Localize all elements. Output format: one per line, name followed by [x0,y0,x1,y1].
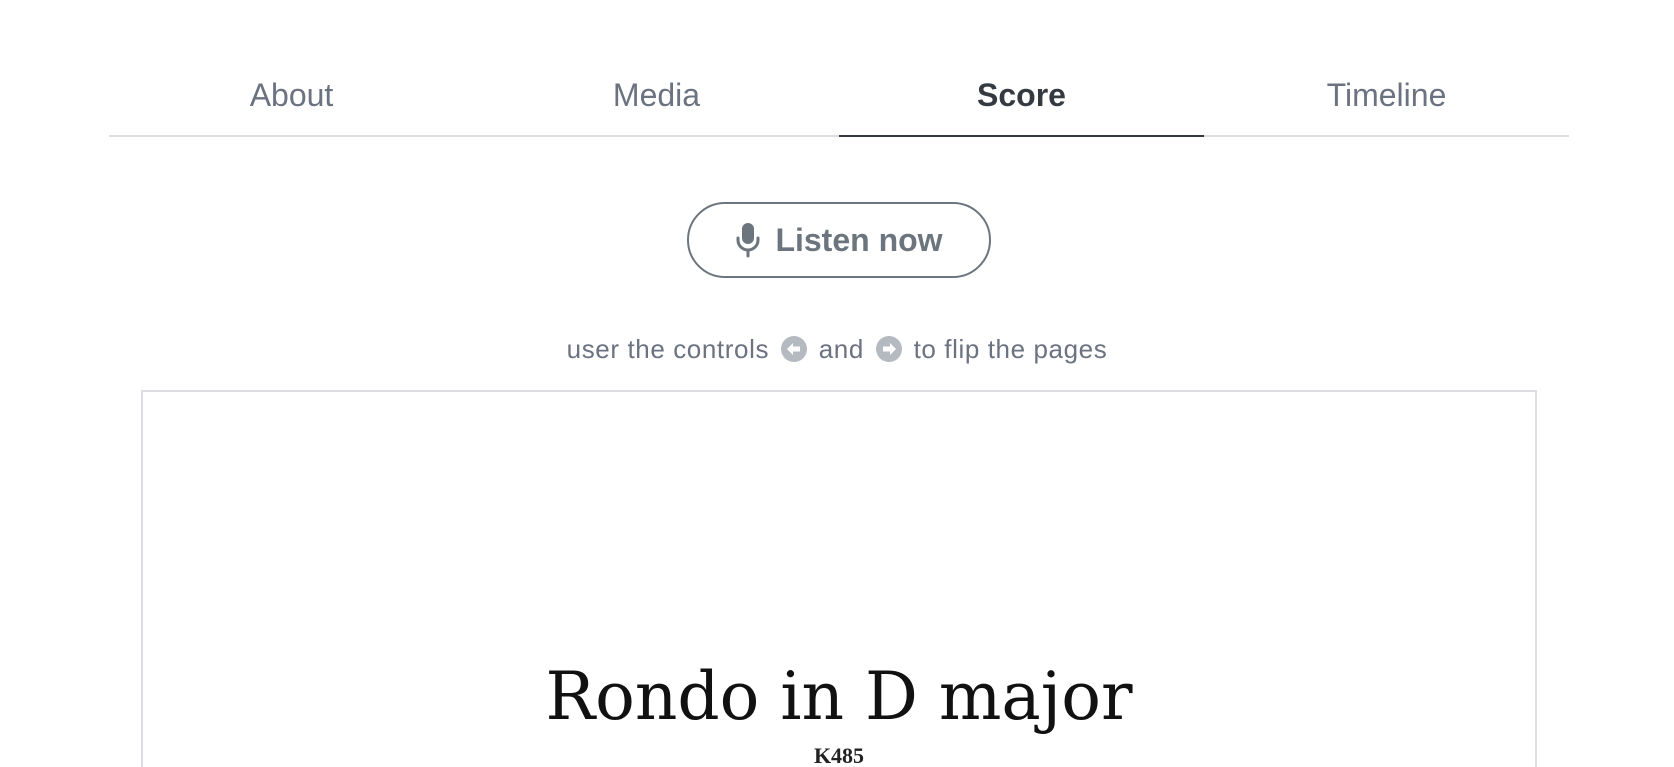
page: About Media Score Timeline Listen now us… [0,0,1674,767]
microphone-icon [735,222,761,258]
tab-media-label: Media [612,77,701,113]
tab-timeline[interactable]: Timeline [1204,60,1569,135]
score-catalog-number: K485 [813,743,865,767]
tab-about[interactable]: About [109,60,474,135]
tab-media[interactable]: Media [474,60,839,135]
hint-suffix: to flip the pages [913,334,1108,364]
score-viewer[interactable]: Rondo in D major K485 [141,390,1537,767]
score-title: Rondo in D major [545,658,1133,735]
hint-middle: and [818,334,864,364]
arrow-left-circle-icon [780,336,807,362]
listen-button-wrapper: Listen now [687,202,991,278]
tab-timeline-label: Timeline [1326,77,1447,113]
hint-prefix: user the controls [566,334,770,364]
listen-now-label: Listen now [775,221,943,258]
arrow-right-circle-icon [875,336,902,362]
tab-score-label: Score [977,77,1066,113]
tab-about-label: About [249,77,334,113]
listen-now-button[interactable]: Listen now [687,202,991,278]
page-flip-hint: user the controls and to flip the pages [0,334,1674,365]
tab-bar: About Media Score Timeline [109,60,1569,137]
tab-score[interactable]: Score [839,60,1204,137]
